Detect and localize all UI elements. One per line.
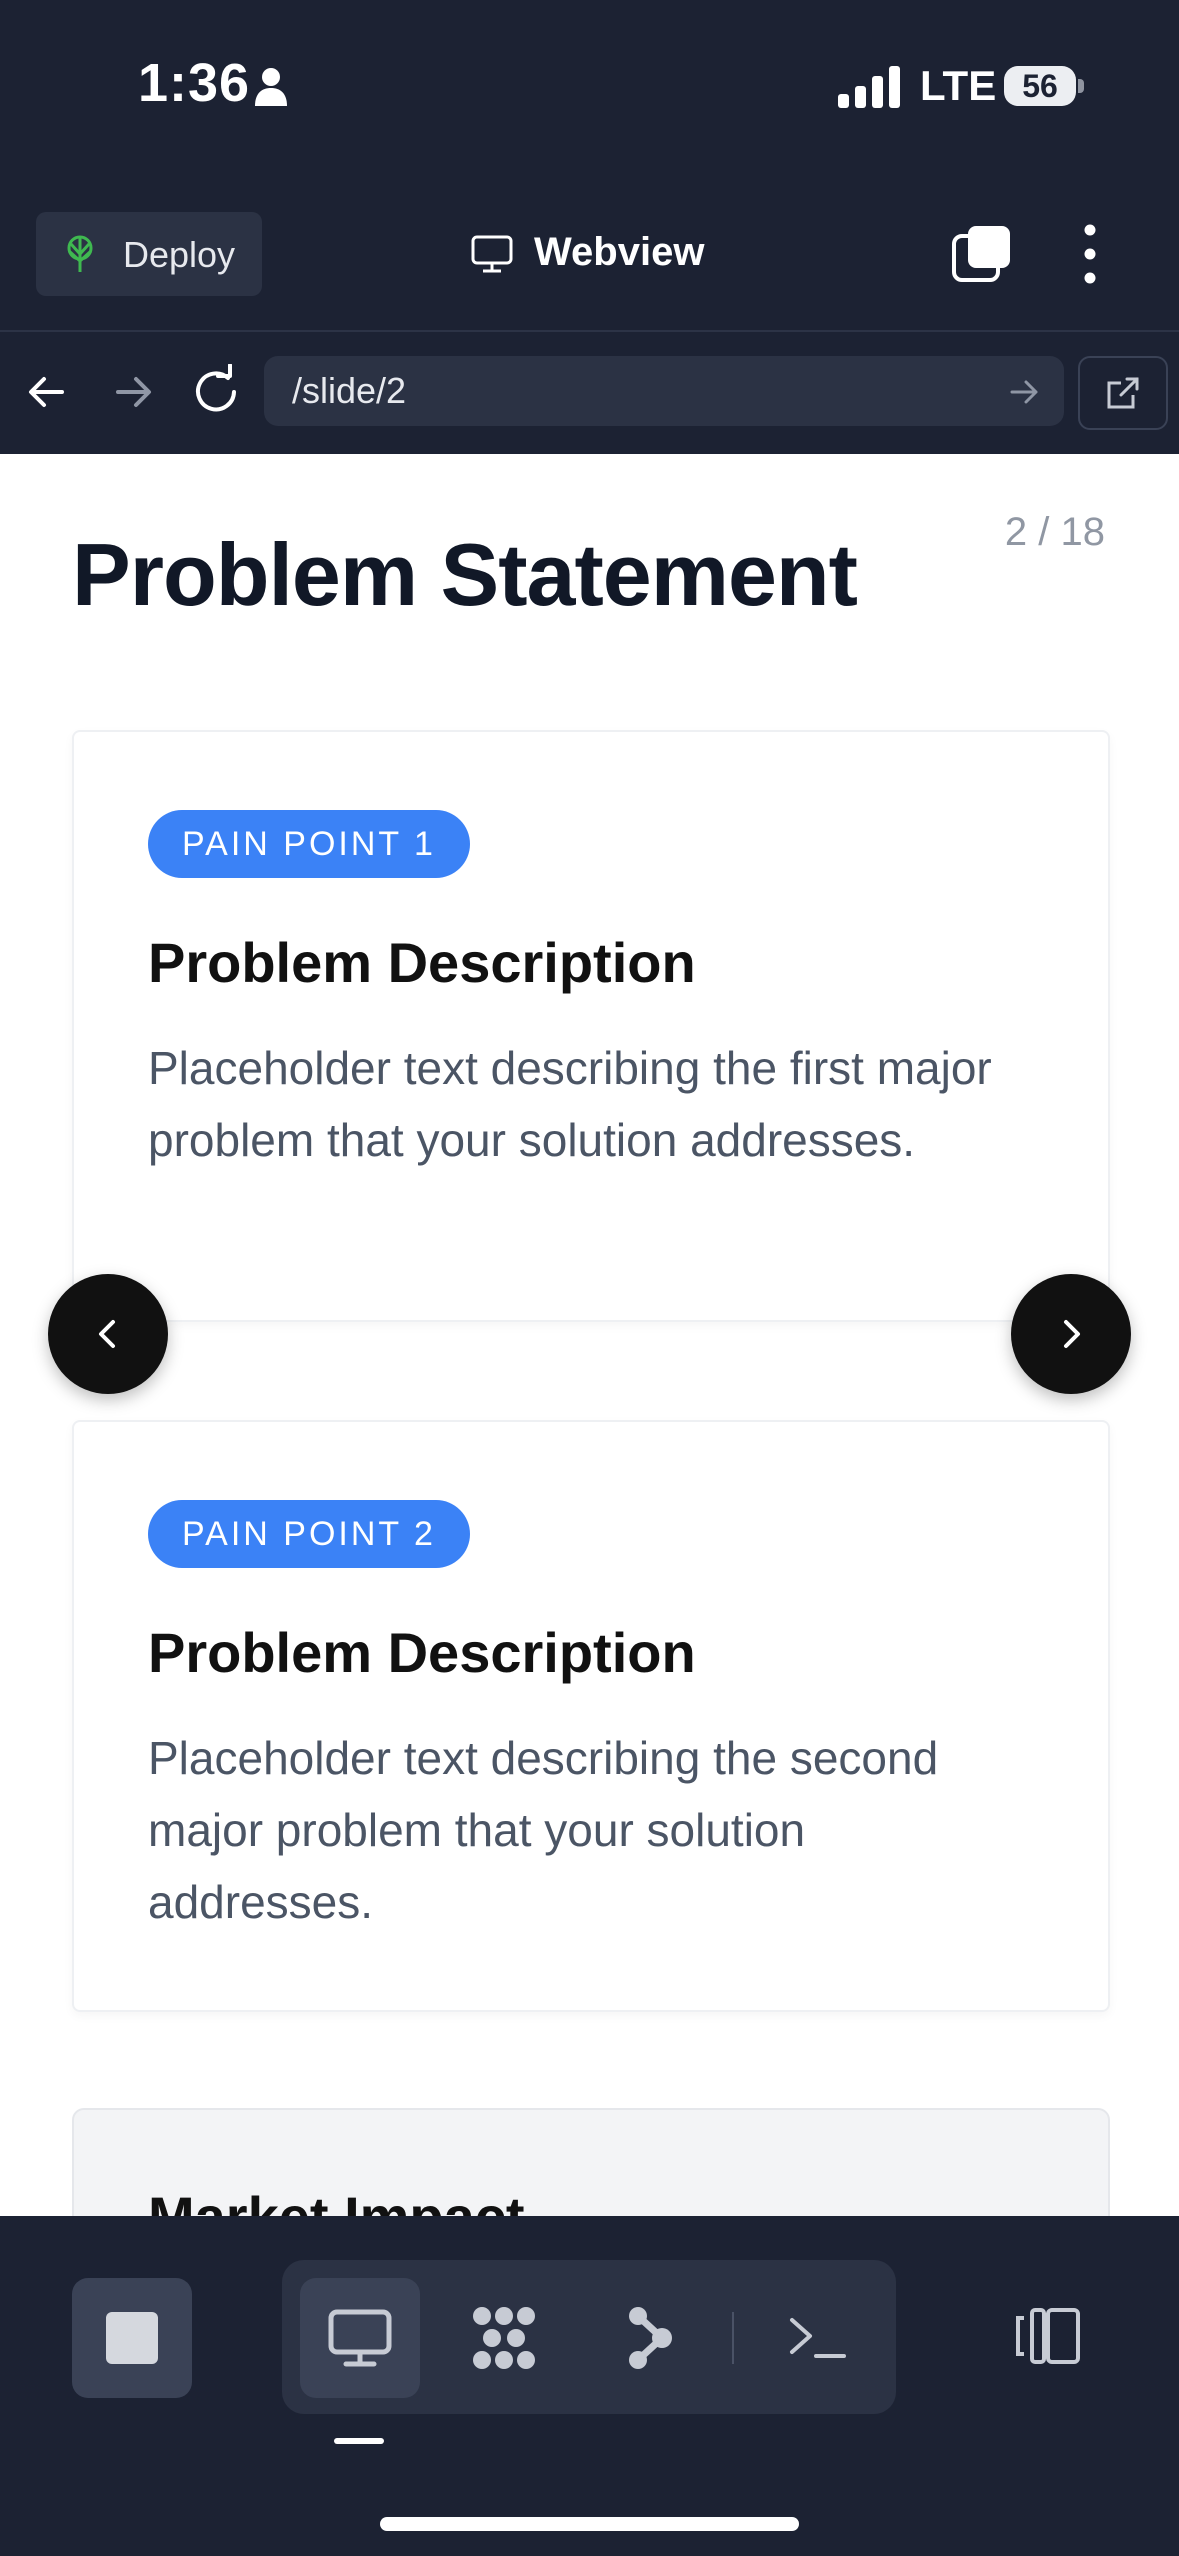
chevron-left-icon [99, 1320, 115, 1348]
terminal-icon [790, 2318, 846, 2358]
deploy-button[interactable]: Deploy [36, 212, 262, 296]
card-heading: Problem Description [148, 1621, 696, 1684]
terminal-view-button[interactable] [758, 2278, 878, 2398]
external-link-icon [1107, 377, 1139, 409]
status-time: 1:36 [138, 53, 251, 113]
card-heading: Problem Description [148, 931, 696, 994]
dock-divider [732, 2312, 734, 2364]
battery-icon: 56 [1004, 66, 1076, 106]
battery-nub [1078, 79, 1084, 93]
tabs-icon[interactable] [950, 222, 1014, 286]
open-external-button[interactable] [1078, 356, 1168, 430]
url-text: /slide/2 [292, 370, 407, 411]
next-slide-button[interactable] [1011, 1274, 1131, 1394]
desktop-icon [328, 2309, 392, 2367]
network-label: LTE [920, 62, 997, 109]
pain-point-badge: PAIN POINT 1 [148, 810, 470, 878]
kebab-icon[interactable] [1070, 222, 1110, 286]
person-icon [255, 68, 287, 106]
signal-icon [838, 66, 900, 108]
slide-counter: 2 / 18 [1004, 510, 1105, 554]
cluster-icon [473, 2307, 535, 2369]
reload-icon[interactable] [188, 364, 244, 420]
previous-slide-button[interactable] [48, 1274, 168, 1394]
card-body: Placeholder text describing the second m… [148, 1732, 939, 1928]
stop-button[interactable] [72, 2278, 192, 2398]
forward-icon[interactable] [104, 364, 160, 420]
pain-point-card-1: PAIN POINT 1 Problem Description Placeho… [72, 730, 1110, 1322]
graph-icon [629, 2307, 672, 2369]
slide-title: Problem Statement [72, 525, 858, 624]
go-icon[interactable] [1006, 374, 1042, 410]
active-view-indicator [334, 2438, 384, 2444]
deploy-icon [67, 235, 93, 272]
webview-title-label: Webview [534, 230, 705, 274]
chevron-right-icon [1064, 1320, 1080, 1348]
home-indicator[interactable] [380, 2517, 799, 2531]
stop-icon [106, 2312, 158, 2364]
cluster-view-button[interactable] [444, 2278, 564, 2398]
back-icon[interactable] [20, 364, 76, 420]
pain-point-card-2: PAIN POINT 2 Problem Description Placeho… [72, 1420, 1110, 2012]
desktop-view-button[interactable] [300, 2278, 420, 2398]
panel-icon[interactable] [1010, 2304, 1082, 2368]
partial-card: Market Impact [72, 2108, 1110, 2216]
graph-view-button[interactable] [588, 2278, 708, 2398]
deploy-label: Deploy [123, 234, 236, 275]
card-heading: Market Impact [148, 2184, 525, 2216]
card-body: Placeholder text describing the first ma… [148, 1042, 992, 1166]
monitor-icon [471, 235, 513, 273]
webview-content: 2 / 18 Problem Statement PAIN POINT 1 Pr… [0, 454, 1179, 2216]
pain-point-badge: PAIN POINT 2 [148, 1500, 470, 1568]
